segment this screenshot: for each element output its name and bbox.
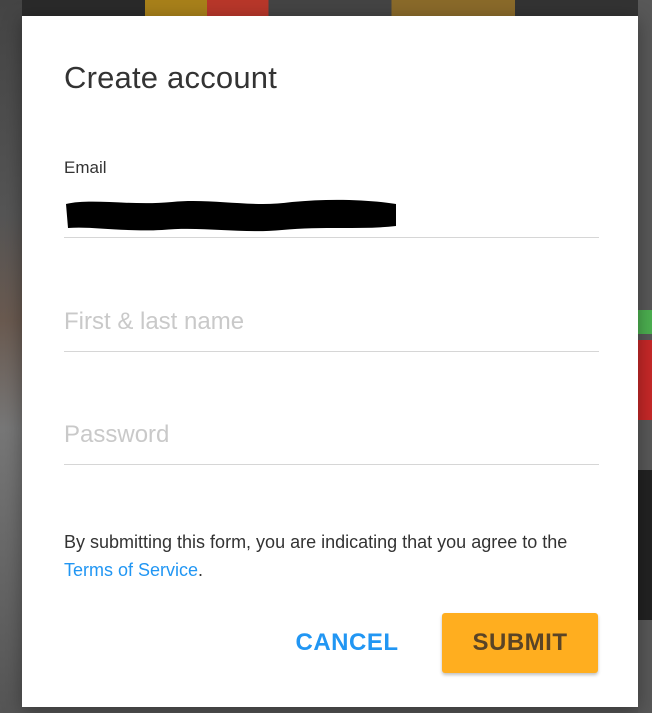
name-input[interactable] [64, 304, 599, 340]
email-field[interactable]: Email [64, 158, 599, 240]
cancel-button[interactable]: CANCEL [284, 613, 410, 673]
background-red-block [638, 340, 652, 420]
dialog-title: Create account [64, 60, 278, 95]
email-underline [64, 237, 599, 238]
background-green-block [638, 310, 652, 334]
submit-button[interactable]: SUBMIT [442, 613, 598, 673]
disclaimer-text: By submitting this form, you are indicat… [64, 532, 568, 552]
terms-of-service-link[interactable]: Terms of Service [64, 560, 198, 580]
background-bottom-strip [22, 707, 638, 713]
background-dark-block [638, 470, 652, 620]
password-underline [64, 464, 599, 465]
create-account-dialog: Create account Email By submitting this … [22, 16, 638, 707]
password-field[interactable] [64, 417, 599, 467]
email-label: Email [64, 158, 107, 177]
password-input[interactable] [64, 417, 599, 453]
disclaimer-suffix: . [198, 560, 204, 580]
terms-disclaimer: By submitting this form, you are indicat… [64, 528, 609, 584]
redacted-email-value [66, 199, 396, 232]
name-underline [64, 351, 599, 352]
name-field[interactable] [64, 304, 599, 354]
background-top-strip [22, 0, 638, 16]
background-left-strip [0, 0, 22, 713]
